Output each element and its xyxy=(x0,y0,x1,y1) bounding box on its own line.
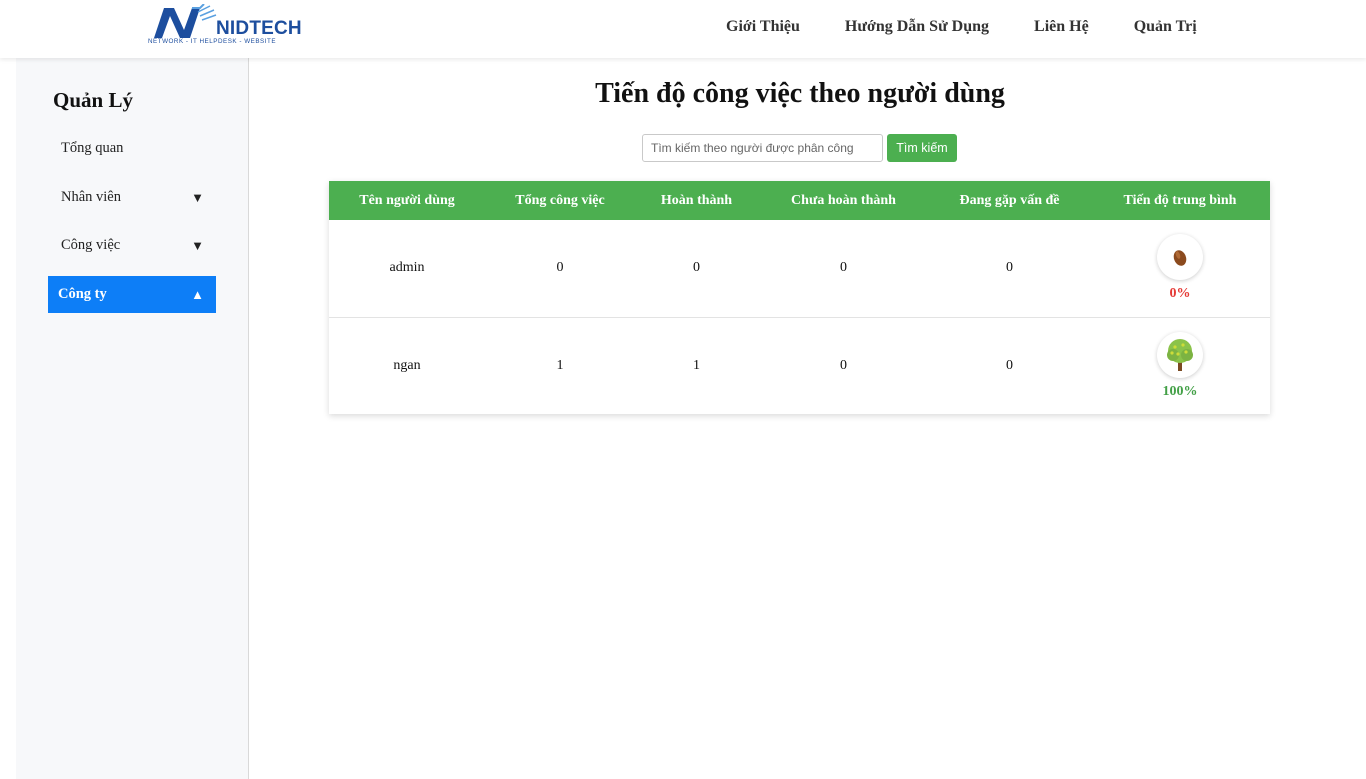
cell-not-done: 0 xyxy=(840,260,847,276)
sidebar-item-cong-viec[interactable]: Công việc ▼ xyxy=(48,227,216,264)
page-title: Tiến độ công việc theo người dùng xyxy=(595,78,1005,109)
sidebar-item-label: Tổng quan xyxy=(61,140,124,156)
sidebar-title: Quản Lý xyxy=(53,88,133,112)
nav-lien-he[interactable]: Liên Hệ xyxy=(1034,18,1089,36)
search-input[interactable] xyxy=(642,134,883,162)
sidebar-item-label: Công việc xyxy=(61,237,121,253)
tree-icon xyxy=(1157,331,1203,378)
sidebar-item-tong-quan[interactable]: Tổng quan xyxy=(48,130,216,167)
cell-total: 1 xyxy=(485,316,635,414)
sidebar-item-label: Công ty xyxy=(58,286,107,302)
chevron-down-icon: ▼ xyxy=(191,237,204,253)
chevron-down-icon: ▼ xyxy=(191,189,204,205)
cell-progress: 0% xyxy=(1090,220,1270,317)
col-header-progress: Tiến độ trung bình xyxy=(1090,181,1270,220)
logo-tagline: NETWORK - IT HELPDESK - WEBSITE xyxy=(148,38,277,45)
cell-done: 1 xyxy=(635,316,758,414)
progress-percent: 0% xyxy=(1169,286,1191,302)
cell-user: admin xyxy=(389,260,425,276)
cell-user: ngan xyxy=(329,316,485,414)
main-nav: Giới Thiệu Hướng Dẫn Sử Dụng Liên Hệ Quả… xyxy=(726,18,1242,36)
chevron-up-icon: ▲ xyxy=(191,286,204,302)
sidebar-item-nhan-vien[interactable]: Nhân viên ▼ xyxy=(48,179,216,216)
cell-issues: 0 xyxy=(929,316,1090,414)
cell-progress: 100% xyxy=(1090,316,1270,414)
nidtech-logo[interactable]: NIDTECH NETWORK - IT HELPDESK - WEBSITE xyxy=(148,4,302,48)
cell-total: 0 xyxy=(556,260,564,276)
sidebar: Quản Lý Tổng quan Nhân viên ▼ Công việc … xyxy=(16,58,249,779)
nav-gioi-thieu[interactable]: Giới Thiệu xyxy=(726,18,800,36)
progress-percent: 100% xyxy=(1162,383,1198,399)
logo-mark-icon xyxy=(154,4,217,38)
logo-word: NIDTECH xyxy=(216,18,302,39)
progress-table: Tên người dùng Tổng công việc Hoàn thành… xyxy=(329,181,1270,414)
table-header-row: Tên người dùng Tổng công việc Hoàn thành… xyxy=(329,181,1270,220)
col-header-not-done: Chưa hoàn thành xyxy=(758,181,929,220)
col-header-user: Tên người dùng xyxy=(329,181,485,220)
nav-quan-tri[interactable]: Quản Trị xyxy=(1134,18,1197,36)
col-header-issues: Đang gặp vấn đề xyxy=(929,181,1090,220)
cell-issues: 0 xyxy=(1006,260,1013,276)
col-header-total: Tổng công việc xyxy=(485,181,635,220)
table-row: ngan 1 1 0 0 100% xyxy=(329,316,1270,414)
sidebar-item-cong-ty[interactable]: Công ty ▲ xyxy=(48,276,216,313)
nav-huong-dan[interactable]: Hướng Dẫn Sử Dụng xyxy=(845,18,989,36)
cell-not-done: 0 xyxy=(758,316,929,414)
search-button[interactable]: Tìm kiếm xyxy=(887,134,957,162)
col-header-done: Hoàn thành xyxy=(635,181,758,220)
top-header: NIDTECH NETWORK - IT HELPDESK - WEBSITE … xyxy=(0,0,1366,58)
cell-done: 0 xyxy=(693,260,700,276)
sidebar-item-label: Nhân viên xyxy=(61,189,121,205)
table-row: admin 0 0 0 0 0% xyxy=(329,220,1270,317)
seed-icon xyxy=(1157,234,1203,281)
